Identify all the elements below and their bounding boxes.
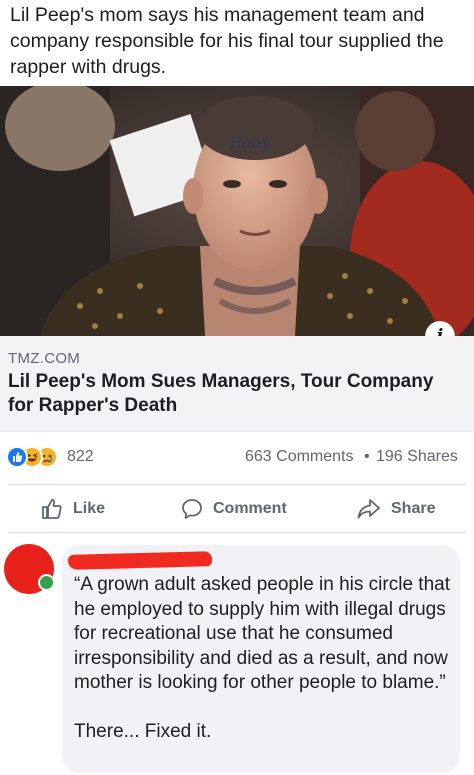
share-arrow-icon xyxy=(357,499,380,519)
link-domain: TMZ.COM xyxy=(8,350,81,367)
like-label: Like xyxy=(73,500,106,517)
stats-separator: • xyxy=(364,448,370,465)
like-reaction-icon xyxy=(6,446,28,468)
comment-bubble[interactable]: “A grown adult asked people in his circl… xyxy=(62,545,460,773)
share-label: Share xyxy=(391,500,436,517)
link-preview-image[interactable]: Baby xyxy=(0,86,474,336)
divider xyxy=(8,532,466,533)
post-text: Lil Peep's mom says his management team … xyxy=(10,4,444,78)
post-stats: 822 663 Comments • 196 Shares xyxy=(0,440,474,476)
reaction-icons[interactable] xyxy=(6,446,70,470)
divider xyxy=(8,484,466,485)
comments-count[interactable]: 663 Comments xyxy=(245,448,354,466)
shares-count[interactable]: 196 Shares xyxy=(376,448,458,466)
link-caption[interactable]: TMZ.COM Lil Peep's Mom Sues Managers, To… xyxy=(0,336,474,432)
svg-text:Baby: Baby xyxy=(229,133,272,152)
share-button[interactable]: Share xyxy=(356,496,435,522)
redacted-commenter-name xyxy=(67,551,213,570)
speech-bubble-icon xyxy=(182,499,202,519)
like-button[interactable]: Like xyxy=(40,496,105,522)
reaction-count[interactable]: 822 xyxy=(67,448,94,466)
avatar[interactable] xyxy=(4,544,55,594)
thumbs-up-icon xyxy=(42,499,62,519)
comment-button[interactable]: Comment xyxy=(180,496,287,522)
link-title[interactable]: Lil Peep's Mom Sues Managers, Tour Compa… xyxy=(8,370,463,418)
comment-label: Comment xyxy=(213,500,287,517)
post-actions: Like Comment Share xyxy=(0,490,474,528)
photo: Baby xyxy=(0,86,474,336)
comment-text: “A grown adult asked people in his circl… xyxy=(74,574,450,742)
